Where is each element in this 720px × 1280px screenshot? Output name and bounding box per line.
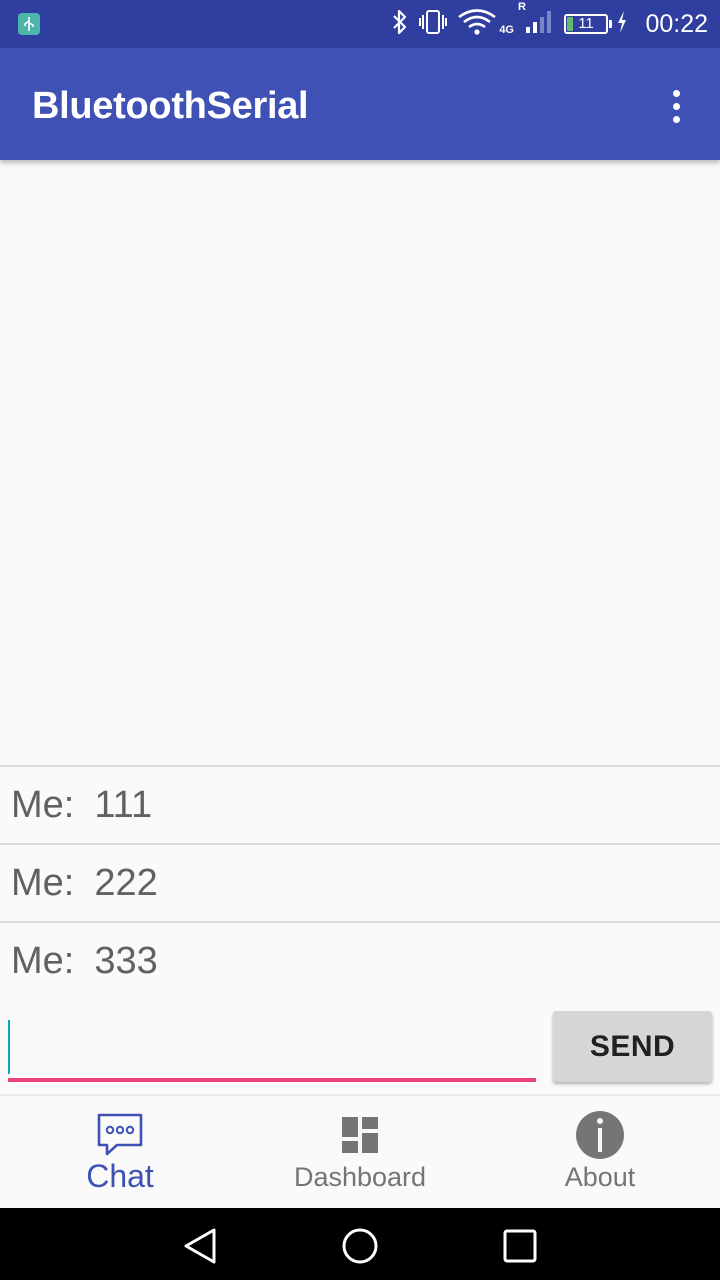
bottom-navigation: Chat Dashboard About — [0, 1094, 720, 1208]
network-type-label: 4G — [499, 24, 514, 36]
message-sender: Me: — [11, 861, 75, 904]
message-text: 111 — [94, 783, 153, 826]
list-item: Me: 222 — [0, 843, 720, 921]
message-sender: Me: — [11, 783, 75, 826]
home-icon[interactable] — [340, 1226, 380, 1266]
system-navigation-bar — [0, 1208, 720, 1280]
chat-bubble-icon — [95, 1112, 145, 1158]
input-underline — [8, 1078, 536, 1082]
vibrate-icon — [419, 9, 448, 40]
message-list: Me: 111 Me: 222 Me: 333 — [0, 765, 720, 999]
roaming-label: R — [518, 0, 526, 13]
nav-label-dashboard: Dashboard — [293, 1162, 427, 1192]
dashboard-icon — [340, 1112, 380, 1158]
message-input[interactable] — [8, 1010, 536, 1078]
message-sender: Me: — [11, 939, 75, 982]
nav-item-dashboard[interactable]: Dashboard — [240, 1096, 480, 1208]
status-time: 00:22 — [645, 10, 708, 38]
status-bar: 4G R 11 00:22 — [0, 0, 720, 48]
send-button[interactable]: SEND — [553, 1011, 712, 1082]
info-icon — [575, 1111, 625, 1159]
back-icon[interactable] — [180, 1226, 220, 1266]
message-input-container — [8, 1010, 536, 1082]
screen: 4G R 11 00:22 BluetoothSerial Me: 111 Me… — [0, 0, 720, 1280]
wifi-icon — [457, 8, 497, 41]
nav-item-about[interactable]: About — [480, 1096, 720, 1208]
status-icons: 4G R 11 — [391, 1, 628, 41]
message-text: 333 — [94, 939, 158, 982]
signal-icon: R — [518, 1, 554, 40]
app-bar: BluetoothSerial — [0, 48, 720, 160]
charging-icon — [616, 10, 628, 39]
list-item: Me: 333 — [0, 921, 720, 999]
list-item: Me: 111 — [0, 765, 720, 843]
recents-icon[interactable] — [500, 1226, 540, 1266]
bluetooth-icon — [391, 8, 409, 41]
battery-level: 11 — [578, 15, 594, 32]
text-cursor — [8, 1020, 10, 1074]
nav-item-chat[interactable]: Chat — [0, 1096, 240, 1208]
message-text: 222 — [94, 861, 158, 904]
nav-label-about: About — [564, 1162, 636, 1192]
battery-icon: 11 — [564, 14, 612, 34]
more-vert-icon[interactable] — [656, 84, 696, 128]
nav-label-chat: Chat — [86, 1158, 154, 1194]
app-title: BluetoothSerial — [32, 85, 309, 127]
usb-debug-icon — [18, 13, 40, 35]
